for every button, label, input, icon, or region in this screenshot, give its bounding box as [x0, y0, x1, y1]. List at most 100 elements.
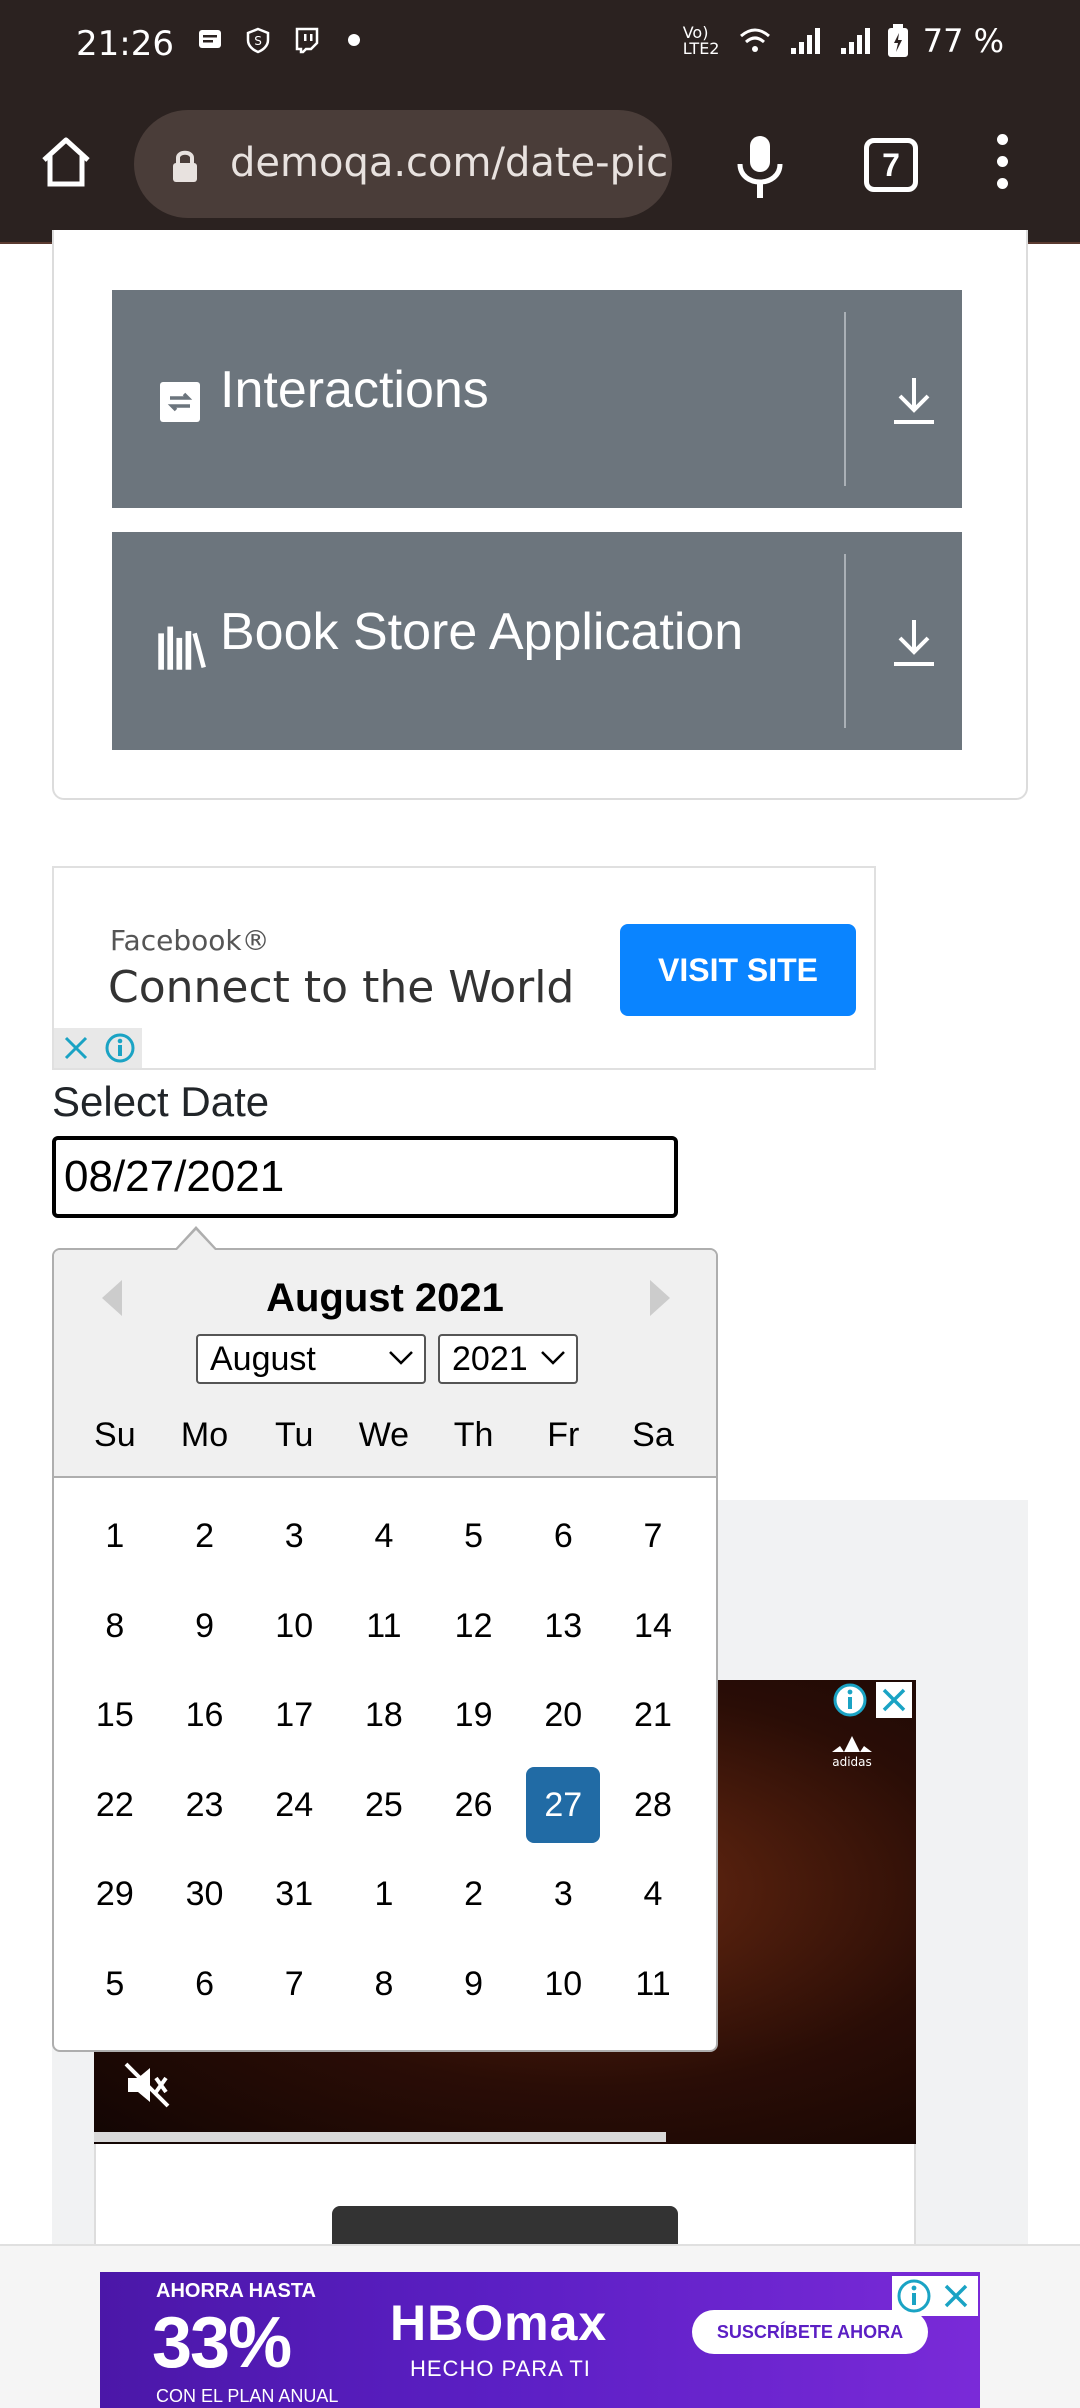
battery-level: 77 %: [922, 22, 1004, 60]
calendar-day[interactable]: 1: [70, 1498, 160, 1574]
calendar-day[interactable]: 17: [249, 1677, 339, 1753]
month-select[interactable]: August: [196, 1334, 426, 1384]
calendar-day[interactable]: 29: [70, 1856, 160, 1932]
calendar-day[interactable]: 16: [160, 1677, 250, 1753]
close-ad-icon[interactable]: [54, 1028, 98, 1068]
home-icon[interactable]: [36, 132, 96, 192]
ad-headline: Connect to the World: [108, 962, 575, 1013]
hbo-tagline: HECHO PARA TI: [410, 2356, 591, 2381]
month-select-value: August: [210, 1340, 316, 1378]
subscribe-button[interactable]: SUSCRÍBETE AHORA: [692, 2310, 928, 2354]
calendar-week: 15 16 17 18 19 20 21: [70, 1677, 700, 1767]
calendar-day[interactable]: 4: [608, 1856, 698, 1932]
calendar-day[interactable]: 22: [70, 1767, 160, 1843]
calendar-day[interactable]: 9: [160, 1588, 250, 1664]
year-select[interactable]: 2021: [438, 1334, 578, 1384]
weekday-label: Su: [94, 1416, 136, 1454]
svg-text:adidas: adidas: [832, 1755, 872, 1768]
mute-icon[interactable]: [122, 2060, 172, 2110]
calendar-day[interactable]: 7: [249, 1946, 339, 2022]
browser-toolbar: demoqa.com/date-pic 7: [0, 88, 1080, 244]
calendar-day[interactable]: 24: [249, 1767, 339, 1843]
next-month-icon[interactable]: [650, 1280, 670, 1316]
calendar-day[interactable]: 10: [518, 1946, 608, 2022]
calendar-day[interactable]: 3: [518, 1856, 608, 1932]
date-picker-calendar: August 2021 August 2021 Su Mo Tu We Th F…: [52, 1248, 718, 2052]
message-icon: [199, 30, 221, 48]
download-arrow-icon[interactable]: [892, 374, 936, 426]
calendar-day[interactable]: 6: [160, 1946, 250, 2022]
promo-small-text: AHORRA HASTA: [156, 2280, 316, 2302]
calendar-day[interactable]: 2: [429, 1856, 519, 1932]
svg-text:S: S: [254, 34, 262, 48]
calendar-day[interactable]: 31: [249, 1856, 339, 1932]
calendar-day[interactable]: 10: [249, 1588, 339, 1664]
weekday-label: Sa: [632, 1416, 674, 1454]
wifi-icon: [739, 28, 770, 52]
calendar-day[interactable]: 23: [160, 1767, 250, 1843]
address-bar[interactable]: demoqa.com/date-pic: [134, 110, 672, 218]
calendar-day[interactable]: 19: [429, 1677, 519, 1753]
calendar-day[interactable]: 11: [608, 1946, 698, 2022]
calendar-day[interactable]: 4: [339, 1498, 429, 1574]
group-interactions[interactable]: Interactions: [112, 290, 962, 508]
overflow-menu-icon[interactable]: [990, 134, 1014, 198]
calendar-caret-inner: [177, 1230, 215, 1250]
group-label-interactions: Interactions: [220, 361, 489, 419]
calendar-day[interactable]: 25: [339, 1767, 429, 1843]
calendar-day[interactable]: 15: [70, 1677, 160, 1753]
video-ad-choices[interactable]: [832, 1682, 912, 1718]
calendar-week: 8 9 10 11 12 13 14: [70, 1588, 700, 1678]
bottom-ad-choices[interactable]: [892, 2276, 978, 2316]
calendar-day[interactable]: 28: [608, 1767, 698, 1843]
calendar-day[interactable]: 9: [429, 1946, 519, 2022]
calendar-day[interactable]: 8: [70, 1588, 160, 1664]
group-book-store[interactable]: Book Store Application: [112, 532, 962, 750]
info-icon[interactable]: [832, 1682, 868, 1718]
calendar-day[interactable]: 12: [429, 1588, 519, 1664]
facebook-ad[interactable]: Facebook® Connect to the World VISIT SIT…: [52, 866, 876, 1070]
adidas-logo: adidas: [832, 1736, 872, 1768]
calendar-day[interactable]: 3: [249, 1498, 339, 1574]
network-label: Vo) LTE2: [682, 23, 720, 58]
calendar-day[interactable]: 5: [70, 1946, 160, 2022]
calendar-day[interactable]: 1: [339, 1856, 429, 1932]
video-progress-bar[interactable]: [94, 2132, 666, 2142]
tab-switcher-button[interactable]: 7: [864, 138, 918, 192]
download-arrow-icon[interactable]: [892, 616, 936, 668]
date-input[interactable]: [52, 1136, 678, 1218]
calendar-day[interactable]: 26: [429, 1767, 519, 1843]
close-ad-icon[interactable]: [938, 2278, 974, 2314]
calendar-day[interactable]: 20: [518, 1677, 608, 1753]
visit-site-button[interactable]: VISIT SITE: [620, 924, 856, 1016]
mic-icon[interactable]: [734, 134, 786, 200]
calendar-day[interactable]: 14: [608, 1588, 698, 1664]
chevron-down-icon: [541, 1351, 565, 1365]
calendar-day[interactable]: 5: [429, 1498, 519, 1574]
calendar-day[interactable]: 7: [608, 1498, 698, 1574]
calendar-day[interactable]: 13: [518, 1588, 608, 1664]
url-text: demoqa.com/date-pic: [230, 140, 669, 186]
group-divider: [844, 554, 846, 728]
weekday-label: Fr: [547, 1416, 580, 1454]
promo-sub-text: CON EL PLAN ANUAL: [156, 2386, 339, 2406]
calendar-day[interactable]: 21: [608, 1677, 698, 1753]
ad-choices[interactable]: [54, 1028, 142, 1068]
info-icon[interactable]: [896, 2278, 932, 2314]
calendar-day-selected[interactable]: 27: [526, 1766, 601, 1843]
lock-icon: [173, 150, 197, 182]
calendar-day[interactable]: 18: [339, 1677, 429, 1753]
calendar-day[interactable]: 2: [160, 1498, 250, 1574]
hbo-max-logo: HBOmax: [390, 2295, 608, 2351]
calendar-week: 22 23 24 25 26 27 28: [70, 1766, 700, 1857]
calendar-day[interactable]: 11: [339, 1588, 429, 1664]
calendar-day[interactable]: 30: [160, 1856, 250, 1932]
calendar-day[interactable]: 8: [339, 1946, 429, 2022]
close-ad-icon[interactable]: [876, 1682, 912, 1718]
calendar-day[interactable]: 6: [518, 1498, 608, 1574]
hbo-max-ad[interactable]: AHORRA HASTA 33% CON EL PLAN ANUAL HBOma…: [100, 2272, 980, 2408]
info-icon[interactable]: [98, 1028, 142, 1068]
weekday-label: Tu: [275, 1416, 314, 1454]
weekday-label: Mo: [180, 1416, 229, 1454]
group-label-book-store: Book Store Application: [220, 603, 744, 661]
